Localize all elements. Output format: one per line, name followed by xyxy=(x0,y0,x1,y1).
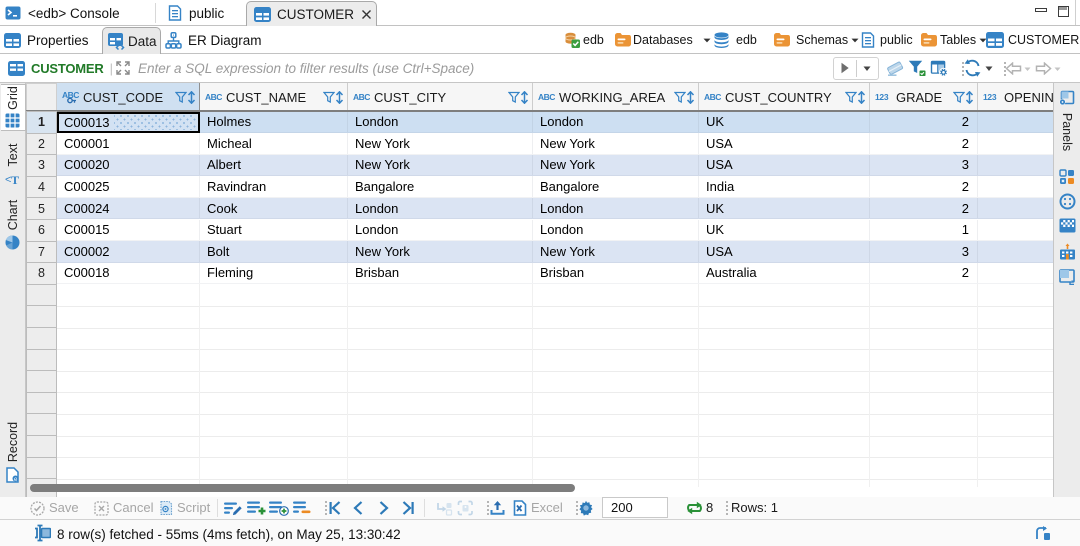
svg-text:123: 123 xyxy=(983,92,997,102)
svg-text:ABC: ABC xyxy=(538,92,555,102)
svg-text:ABC: ABC xyxy=(353,92,370,102)
svg-text:T: T xyxy=(11,173,19,186)
svg-text:ABC: ABC xyxy=(704,92,721,102)
svg-text:ABC: ABC xyxy=(205,92,222,102)
svg-text:123: 123 xyxy=(875,92,889,102)
